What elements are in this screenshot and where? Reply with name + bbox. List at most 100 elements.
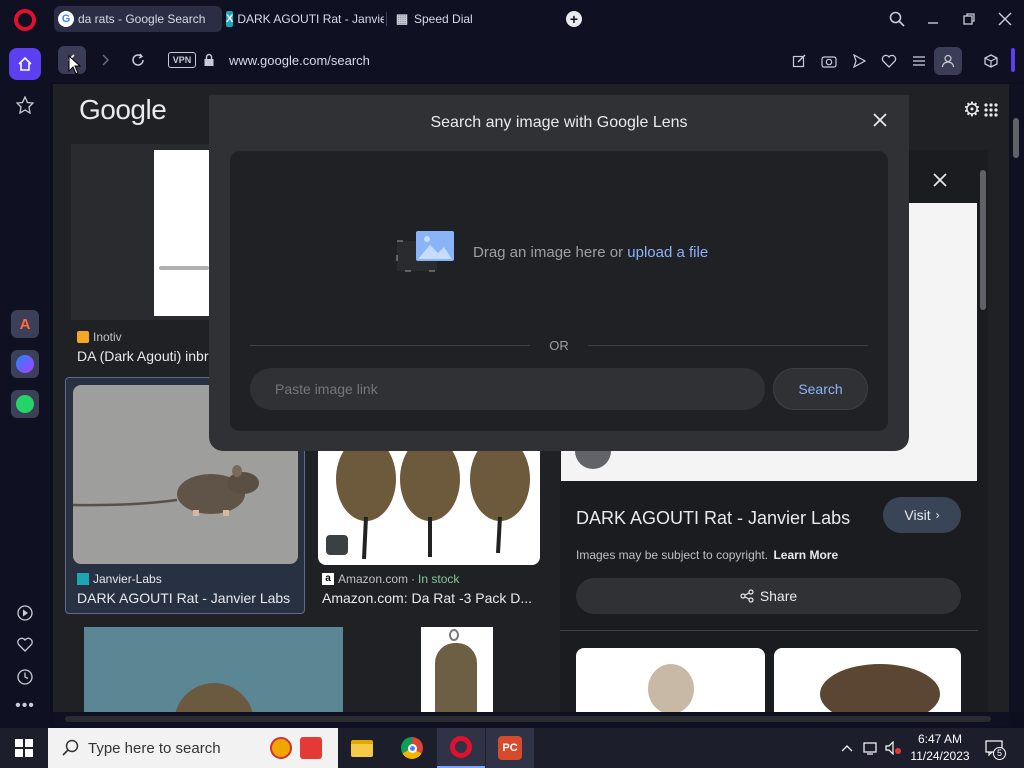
messenger-icon[interactable] [11, 350, 39, 378]
volume-muted-icon[interactable] [884, 738, 904, 758]
send-icon[interactable] [848, 50, 870, 72]
close-window-icon[interactable] [994, 8, 1016, 30]
share-button[interactable]: Share [576, 578, 961, 614]
speed-dial-grid-icon: ▦ [395, 11, 409, 26]
share-icon [740, 589, 754, 603]
tab-google-search[interactable]: G da rats - Google Search [54, 6, 222, 32]
drag-label: Drag an image here or [473, 244, 624, 261]
result-source-3[interactable]: a Amazon.com · In stock [322, 572, 459, 586]
tab-label: da rats - Google Search [78, 12, 206, 26]
drag-drop-text: Drag an image here or upload a file [473, 244, 708, 261]
history-clock-icon[interactable] [13, 665, 37, 689]
copyright-note: Images may be subject to copyright. Lear… [576, 548, 838, 562]
easy-setup-icon[interactable] [908, 50, 930, 72]
visit-button[interactable]: Visit › [883, 497, 961, 533]
google-favicon-icon: G [58, 11, 74, 27]
windows-start-icon[interactable] [0, 728, 48, 768]
whatsapp-icon[interactable] [11, 390, 39, 418]
alarm-clock-app-icon[interactable] [270, 737, 292, 759]
result-source-1[interactable]: Inotiv [77, 330, 122, 344]
pc-app-icon[interactable]: PC [486, 728, 534, 768]
mouse-cursor [68, 54, 82, 75]
taskbar-search-box[interactable]: Type here to search [48, 728, 338, 768]
restore-icon[interactable] [958, 8, 980, 30]
result-title-3[interactable]: Amazon.com: Da Rat -3 Pack D... [322, 590, 544, 606]
result-source-label: Amazon.com [338, 572, 409, 586]
new-tab-plus-icon[interactable]: + [566, 11, 582, 27]
related-image-2[interactable] [774, 648, 961, 712]
lens-drop-zone[interactable]: Drag an image here or upload a file OR S… [230, 151, 888, 431]
in-stock-label: In stock [418, 572, 460, 586]
extensions-cube-icon[interactable] [980, 50, 1002, 72]
home-icon[interactable] [9, 48, 41, 80]
tab-search-icon[interactable] [886, 8, 908, 30]
visit-label: Visit [904, 507, 931, 523]
tag-icon [326, 535, 348, 555]
opera-menu-icon[interactable] [14, 9, 36, 31]
result-image-4[interactable] [84, 627, 343, 712]
or-label: OR [549, 338, 569, 353]
upload-file-link[interactable]: upload a file [627, 244, 708, 261]
apps-grid-icon[interactable] [981, 100, 1001, 120]
share-label: Share [759, 588, 798, 604]
inotiv-favicon-icon [77, 331, 89, 343]
janvier-favicon-icon [77, 573, 89, 585]
clock-time: 6:47 AM [917, 732, 963, 746]
preview-title[interactable]: DARK AGOUTI Rat - Janvier Labs [576, 508, 850, 529]
network-icon[interactable] [862, 738, 880, 758]
learn-more-link[interactable]: Learn More [773, 548, 838, 562]
address-bar-row: VPN www.google.com/search [50, 40, 1024, 82]
close-lens-icon[interactable] [869, 109, 891, 131]
related-image-1[interactable] [576, 648, 765, 712]
player-icon[interactable] [13, 601, 37, 625]
result-image-1-photo[interactable] [154, 150, 209, 316]
tab-janvier[interactable]: X DARK AGOUTI Rat - Janvier [222, 6, 384, 32]
janvier-favicon-icon: X [226, 11, 234, 27]
copyright-text: Images may be subject to copyright. [576, 548, 769, 562]
taskbar-search-placeholder: Type here to search [88, 739, 221, 757]
snapshot-camera-icon[interactable] [818, 50, 840, 72]
result-title-2[interactable]: DARK AGOUTI Rat - Janvier Labs [77, 590, 299, 606]
file-explorer-icon[interactable] [338, 728, 386, 768]
heart-icon[interactable] [878, 50, 900, 72]
tab-speed-dial[interactable]: ▦ Speed Dial [390, 6, 510, 32]
lens-search-button[interactable]: Search [773, 368, 868, 410]
windows-taskbar: Type here to search PC 6:47 AM 11/24/202… [0, 728, 1024, 768]
window-horizontal-scrollbar[interactable] [53, 712, 1009, 726]
clock[interactable]: 6:47 AM 11/24/2023 [908, 731, 972, 765]
minimize-icon[interactable] [922, 8, 944, 30]
favorites-heart-icon[interactable] [13, 633, 37, 657]
tab-bar: G da rats - Google Search X DARK AGOUTI … [0, 0, 1024, 40]
notifications-icon[interactable]: 5 [980, 736, 1008, 760]
window-vertical-scrollbar[interactable] [1009, 84, 1024, 712]
bookmarks-star-icon[interactable] [13, 93, 37, 117]
google-logo[interactable]: Google [79, 94, 167, 126]
panel-divider [560, 630, 978, 631]
lens-dialog-title: Search any image with Google Lens [430, 114, 688, 131]
show-hidden-icons-chevron-icon[interactable] [838, 738, 856, 758]
settings-gear-icon[interactable]: ⚙ [961, 98, 983, 121]
url-text[interactable]: www.google.com/search [229, 53, 370, 68]
aria-ai-icon[interactable]: A [11, 310, 39, 338]
result-title-1[interactable]: DA (Dark Agouti) inbr [77, 348, 209, 364]
result-source-2[interactable]: Janvier-Labs [77, 572, 162, 586]
opera-taskbar-icon[interactable] [437, 728, 485, 768]
sidebar-accent-bar [1011, 48, 1015, 72]
vpn-badge[interactable]: VPN [168, 52, 196, 68]
reload-icon[interactable] [127, 49, 149, 71]
result-image-3[interactable] [318, 449, 540, 565]
profile-icon[interactable] [934, 47, 962, 75]
forward-button[interactable] [94, 49, 116, 71]
or-divider-left [250, 345, 530, 346]
paste-image-link-input[interactable] [250, 368, 765, 410]
lock-icon[interactable] [202, 52, 216, 68]
close-preview-icon[interactable] [926, 166, 954, 194]
edit-icon[interactable] [788, 50, 810, 72]
gift-app-icon[interactable] [300, 737, 322, 759]
page-scrollbar[interactable] [978, 150, 988, 712]
chrome-icon[interactable] [388, 728, 436, 768]
notification-count: 5 [993, 747, 1006, 760]
more-dots-icon[interactable]: ••• [13, 696, 37, 716]
result-image-5[interactable] [421, 627, 493, 712]
clock-date: 11/24/2023 [910, 749, 970, 763]
